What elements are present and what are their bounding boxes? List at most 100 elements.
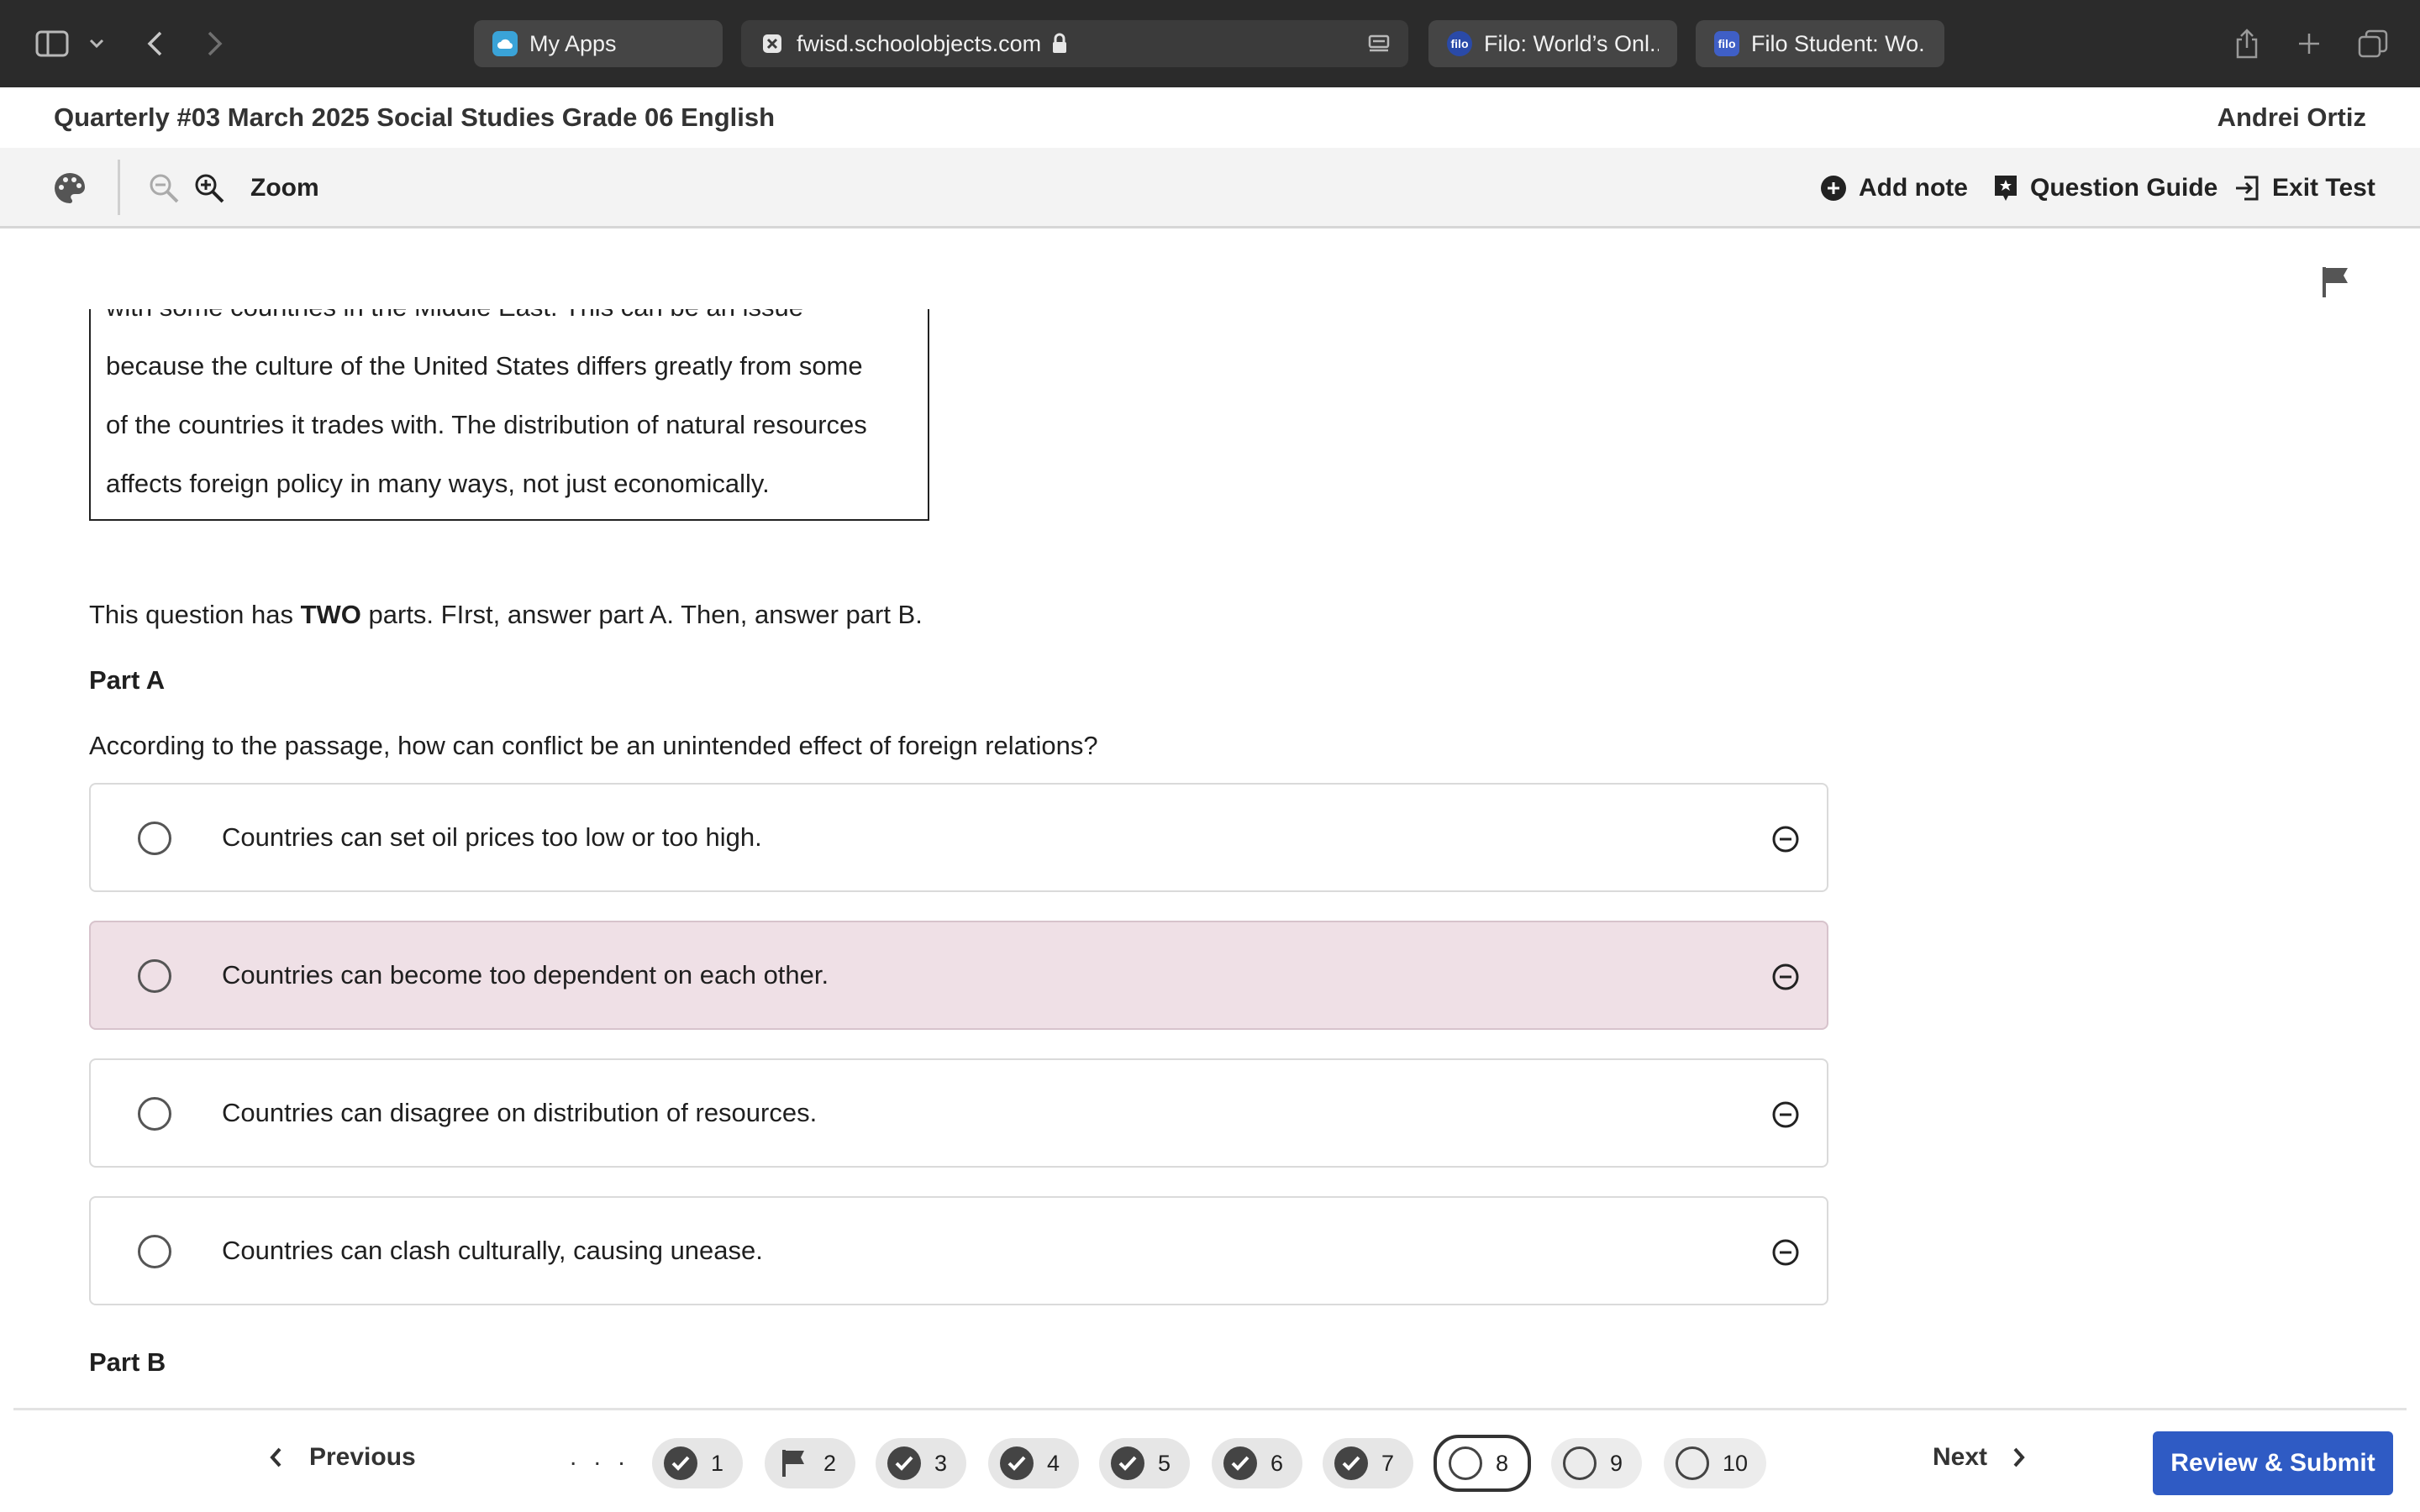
circle-icon bbox=[1449, 1446, 1482, 1480]
question-prompt: According to the passage, how can confli… bbox=[89, 731, 1098, 760]
question-number: 2 bbox=[823, 1450, 837, 1476]
toolbar-divider bbox=[118, 160, 120, 215]
palette-icon[interactable] bbox=[52, 148, 99, 228]
sidebar-toggle-icon[interactable] bbox=[30, 18, 74, 69]
cloud-app-icon bbox=[492, 31, 518, 56]
next-label: Next bbox=[1933, 1443, 1988, 1471]
check-icon bbox=[1223, 1446, 1257, 1480]
answer-choice[interactable]: Countries can set oil prices too low or … bbox=[89, 783, 1828, 892]
flag-question-icon[interactable] bbox=[2321, 265, 2351, 303]
tab-filo-worlds[interactable]: filo Filo: World’s Onl... bbox=[1428, 20, 1677, 67]
zoom-out-icon[interactable] bbox=[148, 148, 192, 228]
page-title: Quarterly #03 March 2025 Social Studies … bbox=[54, 102, 776, 132]
check-icon bbox=[887, 1446, 921, 1480]
answer-choice[interactable]: Countries can clash culturally, causing … bbox=[89, 1196, 1828, 1305]
chevron-left-icon bbox=[270, 1447, 281, 1467]
add-note-button[interactable]: Add note bbox=[1820, 148, 1968, 228]
exit-test-label: Exit Test bbox=[2272, 174, 2375, 202]
passage-line: of the countries it trades with. The dis… bbox=[106, 410, 867, 439]
previous-button[interactable]: Previous bbox=[267, 1443, 416, 1472]
guide-icon bbox=[1995, 176, 2017, 201]
reader-view-icon[interactable] bbox=[1368, 34, 1390, 55]
new-tab-icon[interactable] bbox=[2292, 18, 2326, 69]
intro-text: This question has bbox=[89, 600, 301, 629]
tab-overview-icon[interactable] bbox=[2354, 18, 2391, 69]
test-toolbar: Zoom Add note Question Guide Exit Test bbox=[0, 148, 2420, 228]
question-nav-3[interactable]: 3 bbox=[876, 1438, 966, 1488]
check-icon bbox=[664, 1446, 697, 1480]
review-submit-button[interactable]: Review & Submit bbox=[2153, 1431, 2393, 1495]
question-nav-8[interactable]: 8 bbox=[1434, 1435, 1531, 1492]
answer-choice[interactable]: Countries can become too dependent on ea… bbox=[89, 921, 1828, 1030]
tab-my-apps[interactable]: My Apps bbox=[474, 20, 723, 67]
question-guide-label: Question Guide bbox=[2030, 174, 2218, 202]
question-nav-9[interactable]: 9 bbox=[1551, 1438, 1642, 1488]
question-number: 3 bbox=[934, 1450, 948, 1476]
more-questions-ellipsis[interactable]: . . . bbox=[570, 1443, 630, 1472]
chevron-down-icon[interactable] bbox=[84, 18, 109, 69]
next-button[interactable]: Next bbox=[1933, 1443, 2028, 1472]
close-tab-icon[interactable] bbox=[760, 31, 785, 56]
question-nav-7[interactable]: 7 bbox=[1323, 1438, 1413, 1488]
browser-chrome: My Apps fwisd.schoolobjects.com filo Fil… bbox=[0, 0, 2420, 87]
question-nav-1[interactable]: 1 bbox=[652, 1438, 743, 1488]
answer-choice[interactable]: Countries can disagree on distribution o… bbox=[89, 1058, 1828, 1168]
back-icon[interactable] bbox=[138, 18, 171, 69]
chevron-right-icon bbox=[2013, 1447, 2025, 1467]
tab-filo-student[interactable]: filo Filo Student: Wo... bbox=[1696, 20, 1944, 67]
question-nav-4[interactable]: 4 bbox=[988, 1438, 1079, 1488]
question-number: 10 bbox=[1723, 1450, 1749, 1476]
eliminate-icon[interactable] bbox=[1771, 1100, 1800, 1133]
radio-button[interactable] bbox=[138, 1235, 171, 1268]
passage-line: with some countries in the Middle East. … bbox=[106, 309, 803, 328]
part-b-heading: Part B bbox=[89, 1347, 166, 1377]
passage-box: with some countries in the Middle East. … bbox=[89, 309, 929, 521]
eliminate-icon[interactable] bbox=[1771, 963, 1800, 995]
radio-button[interactable] bbox=[138, 959, 171, 993]
tab-label: fwisd.schoolobjects.com bbox=[797, 30, 1042, 56]
zoom-label: Zoom bbox=[250, 174, 319, 202]
check-icon bbox=[1000, 1446, 1034, 1480]
question-number: 5 bbox=[1158, 1450, 1171, 1476]
radio-button[interactable] bbox=[138, 1097, 171, 1131]
question-number: 6 bbox=[1270, 1450, 1284, 1476]
tab-label: My Apps bbox=[529, 30, 617, 56]
exit-icon bbox=[2236, 176, 2259, 201]
question-intro: This question has TWO parts. FIrst, answ… bbox=[89, 600, 923, 630]
tab-label: Filo: World’s Onl... bbox=[1484, 30, 1659, 56]
forward-icon[interactable] bbox=[198, 18, 232, 69]
question-nav-6[interactable]: 6 bbox=[1212, 1438, 1302, 1488]
nav-divider bbox=[13, 1408, 2407, 1410]
question-number: 9 bbox=[1610, 1450, 1623, 1476]
radio-button[interactable] bbox=[138, 822, 171, 855]
previous-label: Previous bbox=[309, 1443, 416, 1471]
choice-text: Countries can clash culturally, causing … bbox=[222, 1236, 763, 1265]
check-icon bbox=[1111, 1446, 1144, 1480]
question-nav-2[interactable]: 2 bbox=[765, 1438, 855, 1488]
eliminate-icon[interactable] bbox=[1771, 825, 1800, 858]
intro-text: parts. FIrst, answer part A. Then, answe… bbox=[360, 600, 923, 629]
question-number: 4 bbox=[1047, 1450, 1060, 1476]
filo-icon: filo bbox=[1447, 31, 1472, 56]
user-name: Andrei Ortiz bbox=[2217, 102, 2366, 132]
share-icon[interactable] bbox=[2230, 18, 2264, 69]
filo-icon: filo bbox=[1714, 31, 1739, 56]
check-icon bbox=[1334, 1446, 1368, 1480]
question-nav-5[interactable]: 5 bbox=[1099, 1438, 1190, 1488]
circle-icon bbox=[1563, 1446, 1597, 1480]
lock-icon bbox=[1051, 33, 1068, 55]
add-note-label: Add note bbox=[1859, 174, 1968, 202]
tab-schoolobjects[interactable]: fwisd.schoolobjects.com bbox=[741, 20, 1408, 67]
tab-label: Filo Student: Wo... bbox=[1751, 30, 1926, 56]
zoom-in-icon[interactable] bbox=[193, 148, 237, 228]
choice-text: Countries can become too dependent on ea… bbox=[222, 960, 829, 990]
flag-icon bbox=[776, 1446, 810, 1480]
question-guide-button[interactable]: Question Guide bbox=[1993, 148, 2217, 228]
passage-line: because the culture of the United States… bbox=[106, 351, 863, 381]
part-a-heading: Part A bbox=[89, 665, 166, 695]
eliminate-icon[interactable] bbox=[1771, 1238, 1800, 1271]
exit-test-button[interactable]: Exit Test bbox=[2233, 148, 2375, 228]
choice-text: Countries can set oil prices too low or … bbox=[222, 822, 762, 852]
question-nav-10[interactable]: 10 bbox=[1664, 1438, 1766, 1488]
question-number: 7 bbox=[1381, 1450, 1395, 1476]
